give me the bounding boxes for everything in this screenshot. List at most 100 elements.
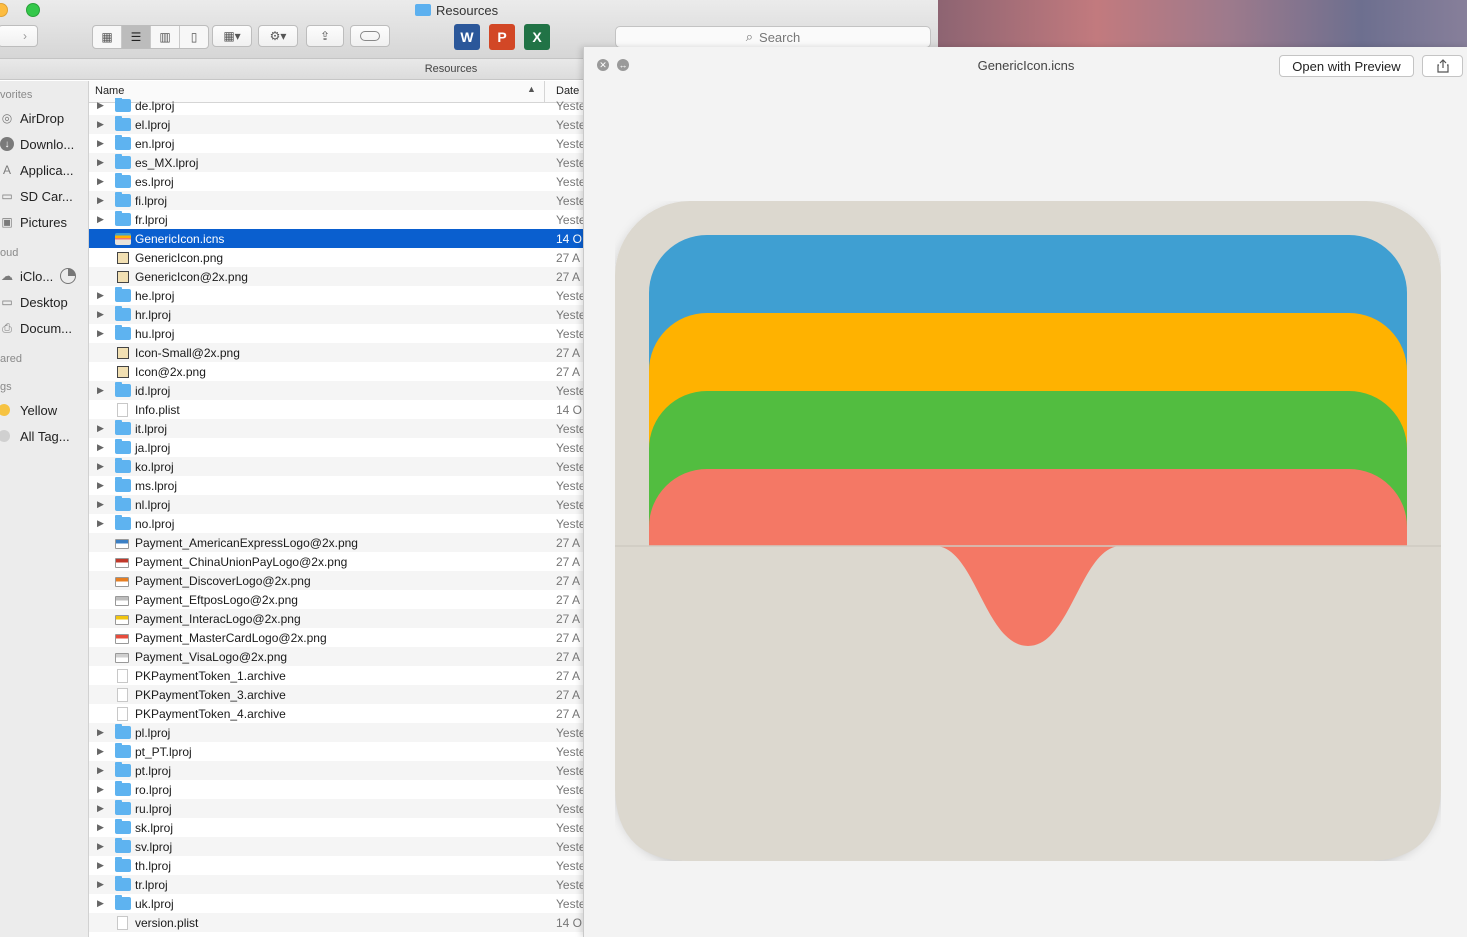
disclosure-triangle-icon[interactable]: ▶ (97, 765, 107, 776)
back-forward-buttons[interactable]: › (0, 25, 38, 47)
file-row[interactable]: ▶ fi.lproj Yeste (89, 191, 589, 210)
action-button[interactable]: ⚙▾ (258, 25, 298, 47)
column-view-icon[interactable]: ▥ (151, 26, 180, 48)
name-column-header[interactable]: Name (95, 85, 124, 97)
disclosure-triangle-icon[interactable]: ▶ (97, 195, 107, 206)
file-row[interactable]: ▶ pt.lproj Yeste (89, 761, 589, 780)
file-row[interactable]: Payment_DiscoverLogo@2x.png 27 A (89, 571, 589, 590)
disclosure-triangle-icon[interactable]: ▶ (97, 518, 107, 529)
file-row[interactable]: version.plist 14 O (89, 913, 589, 932)
search-field[interactable]: ⌕ Search (615, 26, 931, 48)
powerpoint-icon[interactable]: P (489, 24, 515, 50)
file-row[interactable]: ▶ hr.lproj Yeste (89, 305, 589, 324)
file-row[interactable]: Payment_VisaLogo@2x.png 27 A (89, 647, 589, 666)
file-row[interactable]: Icon-Small@2x.png 27 A (89, 343, 589, 362)
file-row[interactable]: ▶ ms.lproj Yeste (89, 476, 589, 495)
disclosure-triangle-icon[interactable]: ▶ (97, 100, 107, 111)
disclosure-triangle-icon[interactable]: ▶ (97, 784, 107, 795)
disclosure-triangle-icon[interactable]: ▶ (97, 385, 107, 396)
file-row[interactable]: ▶ sv.lproj Yeste (89, 837, 589, 856)
disclosure-triangle-icon[interactable]: ▶ (97, 176, 107, 187)
view-mode-control[interactable]: ▦ ☰ ▥ ▯ (92, 25, 209, 49)
sidebar-item-documents[interactable]: ⎙ Docum... (0, 317, 88, 339)
file-row[interactable]: Payment_MasterCardLogo@2x.png 27 A (89, 628, 589, 647)
file-row[interactable]: GenericIcon.icns 14 O (89, 229, 589, 248)
file-row[interactable]: ▶ ja.lproj Yeste (89, 438, 589, 457)
excel-icon[interactable]: X (524, 24, 550, 50)
disclosure-triangle-icon[interactable]: ▶ (97, 822, 107, 833)
file-row[interactable]: ▶ fr.lproj Yeste (89, 210, 589, 229)
disclosure-triangle-icon[interactable]: ▶ (97, 461, 107, 472)
disclosure-triangle-icon[interactable]: ▶ (97, 423, 107, 434)
open-with-preview-button[interactable]: Open with Preview (1279, 55, 1414, 77)
file-row[interactable]: Payment_AmericanExpressLogo@2x.png 27 A (89, 533, 589, 552)
disclosure-triangle-icon[interactable]: ▶ (97, 898, 107, 909)
file-row[interactable]: ▶ en.lproj Yeste (89, 134, 589, 153)
file-row[interactable]: Icon@2x.png 27 A (89, 362, 589, 381)
file-row[interactable]: ▶ nl.lproj Yeste (89, 495, 589, 514)
disclosure-triangle-icon[interactable]: ▶ (97, 214, 107, 225)
list-view-icon[interactable]: ☰ (122, 26, 151, 48)
minimize-button[interactable] (0, 3, 8, 17)
disclosure-triangle-icon[interactable]: ▶ (97, 290, 107, 301)
file-row[interactable]: ▶ pl.lproj Yeste (89, 723, 589, 742)
disclosure-triangle-icon[interactable]: ▶ (97, 442, 107, 453)
file-row[interactable]: PKPaymentToken_4.archive 27 A (89, 704, 589, 723)
word-icon[interactable]: W (454, 24, 480, 50)
file-row[interactable]: PKPaymentToken_3.archive 27 A (89, 685, 589, 704)
share-button[interactable]: ⇪ (306, 25, 344, 47)
sidebar-item-applications[interactable]: A Applica... (0, 159, 88, 181)
sidebar-item-all-tags[interactable]: All Tag... (0, 425, 88, 447)
chevron-right-icon[interactable]: › (23, 29, 27, 43)
file-row[interactable]: Payment_EftposLogo@2x.png 27 A (89, 590, 589, 609)
file-row[interactable]: ▶ tr.lproj Yeste (89, 875, 589, 894)
file-row[interactable]: ▶ it.lproj Yeste (89, 419, 589, 438)
disclosure-triangle-icon[interactable]: ▶ (97, 309, 107, 320)
sidebar-item-airdrop[interactable]: ◎ AirDrop (0, 107, 88, 129)
file-row[interactable]: ▶ de.lproj Yeste (89, 98, 589, 115)
file-row[interactable]: ▶ el.lproj Yeste (89, 115, 589, 134)
file-row[interactable]: GenericIcon.png 27 A (89, 248, 589, 267)
icon-view-icon[interactable]: ▦ (93, 26, 122, 48)
disclosure-triangle-icon[interactable]: ▶ (97, 879, 107, 890)
disclosure-triangle-icon[interactable]: ▶ (97, 480, 107, 491)
sidebar-item-pictures[interactable]: ▣ Pictures (0, 211, 88, 233)
file-row[interactable]: Info.plist 14 O (89, 400, 589, 419)
file-row[interactable]: ▶ he.lproj Yeste (89, 286, 589, 305)
arrange-button[interactable]: ▦▾ (212, 25, 252, 47)
file-row[interactable]: Payment_InteracLogo@2x.png 27 A (89, 609, 589, 628)
sidebar-item-desktop[interactable]: ▭ Desktop (0, 291, 88, 313)
file-row[interactable]: ▶ th.lproj Yeste (89, 856, 589, 875)
file-row[interactable]: ▶ uk.lproj Yeste (89, 894, 589, 913)
disclosure-triangle-icon[interactable]: ▶ (97, 499, 107, 510)
file-row[interactable]: PKPaymentToken_1.archive 27 A (89, 666, 589, 685)
disclosure-triangle-icon[interactable]: ▶ (97, 727, 107, 738)
file-row[interactable]: ▶ no.lproj Yeste (89, 514, 589, 533)
cover-flow-icon[interactable]: ▯ (180, 26, 208, 48)
zoom-button[interactable] (26, 3, 40, 17)
file-row[interactable]: GenericIcon@2x.png 27 A (89, 267, 589, 286)
sidebar-item-tag-yellow[interactable]: Yellow (0, 399, 88, 421)
sidebar-item-sd-card[interactable]: ▭ SD Car... (0, 185, 88, 207)
disclosure-triangle-icon[interactable]: ▶ (97, 860, 107, 871)
tags-button[interactable] (350, 25, 390, 47)
sidebar-item-icloud-drive[interactable]: ☁ iClo... (0, 265, 88, 287)
sidebar-item-downloads[interactable]: ↓ Downlo... (0, 133, 88, 155)
file-row[interactable]: ▶ es.lproj Yeste (89, 172, 589, 191)
disclosure-triangle-icon[interactable]: ▶ (97, 841, 107, 852)
file-row[interactable]: ▶ sk.lproj Yeste (89, 818, 589, 837)
file-row[interactable]: ▶ hu.lproj Yeste (89, 324, 589, 343)
disclosure-triangle-icon[interactable]: ▶ (97, 328, 107, 339)
disclosure-triangle-icon[interactable]: ▶ (97, 803, 107, 814)
file-row[interactable]: ▶ ru.lproj Yeste (89, 799, 589, 818)
file-row[interactable]: ▶ ko.lproj Yeste (89, 457, 589, 476)
disclosure-triangle-icon[interactable]: ▶ (97, 746, 107, 757)
file-row[interactable]: ▶ ro.lproj Yeste (89, 780, 589, 799)
file-row[interactable]: ▶ pt_PT.lproj Yeste (89, 742, 589, 761)
disclosure-triangle-icon[interactable]: ▶ (97, 138, 107, 149)
disclosure-triangle-icon[interactable]: ▶ (97, 119, 107, 130)
file-row[interactable]: ▶ es_MX.lproj Yeste (89, 153, 589, 172)
disclosure-triangle-icon[interactable]: ▶ (97, 157, 107, 168)
date-column-header[interactable]: Date (556, 85, 579, 97)
file-row[interactable]: ▶ id.lproj Yeste (89, 381, 589, 400)
